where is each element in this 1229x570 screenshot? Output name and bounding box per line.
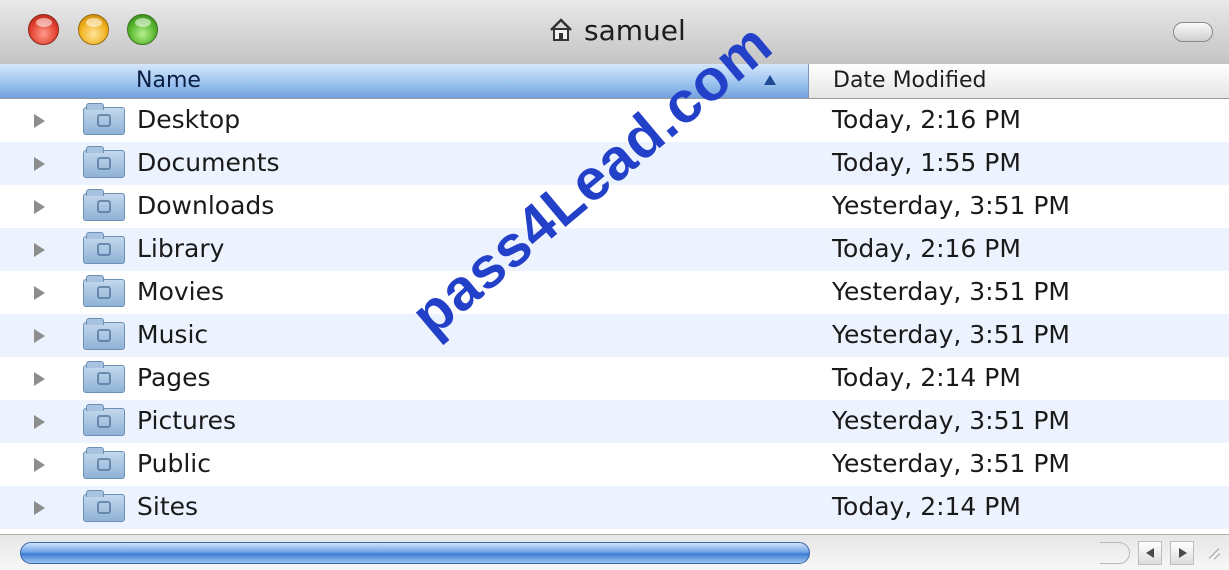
file-name: Desktop — [137, 105, 241, 134]
folder-icon — [83, 447, 125, 479]
toolbar-toggle-button[interactable] — [1173, 22, 1213, 42]
window-title: samuel — [548, 13, 686, 47]
date-modified: Yesterday, 3:51 PM — [832, 449, 1070, 478]
date-modified: Today, 2:16 PM — [832, 105, 1021, 134]
finder-window: samuel Name Date Modified Desktop Today,… — [0, 0, 1229, 570]
date-modified: Today, 1:55 PM — [832, 148, 1021, 177]
scroll-left-button[interactable] — [1138, 541, 1162, 565]
scroll-right-button[interactable] — [1170, 541, 1194, 565]
column-header: Name Date Modified — [0, 64, 1229, 99]
disclosure-triangle-icon[interactable] — [34, 114, 45, 128]
folder-icon — [83, 189, 125, 221]
date-modified: Yesterday, 3:51 PM — [832, 191, 1070, 220]
disclosure-triangle-icon[interactable] — [34, 372, 45, 386]
file-name: Downloads — [137, 191, 275, 220]
file-name: Library — [137, 234, 225, 263]
folder-icon — [83, 103, 125, 135]
disclosure-triangle-icon[interactable] — [34, 157, 45, 171]
disclosure-triangle-icon[interactable] — [34, 286, 45, 300]
zoom-button[interactable] — [127, 14, 158, 45]
folder-icon — [83, 275, 125, 307]
scrollbar-track-end — [1100, 542, 1130, 564]
date-modified: Today, 2:16 PM — [832, 234, 1021, 263]
file-name: Public — [137, 449, 211, 478]
list-row[interactable]: Sites Today, 2:14 PM — [0, 486, 1229, 529]
date-modified: Yesterday, 3:51 PM — [832, 406, 1070, 435]
file-name: Pictures — [137, 406, 236, 435]
date-modified: Today, 2:14 PM — [832, 492, 1021, 521]
file-name: Music — [137, 320, 209, 349]
list-row[interactable]: Library Today, 2:16 PM — [0, 228, 1229, 271]
date-modified: Yesterday, 3:51 PM — [832, 277, 1070, 306]
disclosure-triangle-icon[interactable] — [34, 200, 45, 214]
folder-icon — [83, 361, 125, 393]
resize-handle-icon[interactable] — [1203, 543, 1223, 563]
close-button[interactable] — [28, 14, 59, 45]
date-modified: Yesterday, 3:51 PM — [832, 320, 1070, 349]
disclosure-triangle-icon[interactable] — [34, 329, 45, 343]
list-row[interactable]: Music Yesterday, 3:51 PM — [0, 314, 1229, 357]
title-bar[interactable]: samuel — [0, 0, 1229, 65]
list-row[interactable]: Pages Today, 2:14 PM — [0, 357, 1229, 400]
folder-icon — [83, 404, 125, 436]
file-name: Documents — [137, 148, 280, 177]
folder-icon — [83, 318, 125, 350]
file-name: Sites — [137, 492, 199, 521]
column-header-date-label: Date Modified — [833, 68, 987, 93]
date-modified: Today, 2:14 PM — [832, 363, 1021, 392]
file-name: Movies — [137, 277, 225, 306]
disclosure-triangle-icon[interactable] — [34, 415, 45, 429]
list-row[interactable]: Pictures Yesterday, 3:51 PM — [0, 400, 1229, 443]
disclosure-triangle-icon[interactable] — [34, 501, 45, 515]
window-title-text: samuel — [584, 13, 686, 47]
file-name: Pages — [137, 363, 211, 392]
scrollbar-thumb[interactable] — [20, 542, 810, 564]
list-row[interactable]: Movies Yesterday, 3:51 PM — [0, 271, 1229, 314]
folder-icon — [83, 490, 125, 522]
list-row[interactable]: Public Yesterday, 3:51 PM — [0, 443, 1229, 486]
disclosure-triangle-icon[interactable] — [34, 243, 45, 257]
folder-icon — [83, 146, 125, 178]
column-header-name-label: Name — [136, 68, 201, 93]
column-header-date-modified[interactable]: Date Modified — [809, 64, 1229, 99]
home-icon — [550, 18, 572, 41]
disclosure-triangle-icon[interactable] — [34, 458, 45, 472]
folder-icon — [83, 232, 125, 264]
minimize-button[interactable] — [78, 14, 109, 45]
horizontal-scrollbar[interactable] — [0, 534, 1229, 570]
